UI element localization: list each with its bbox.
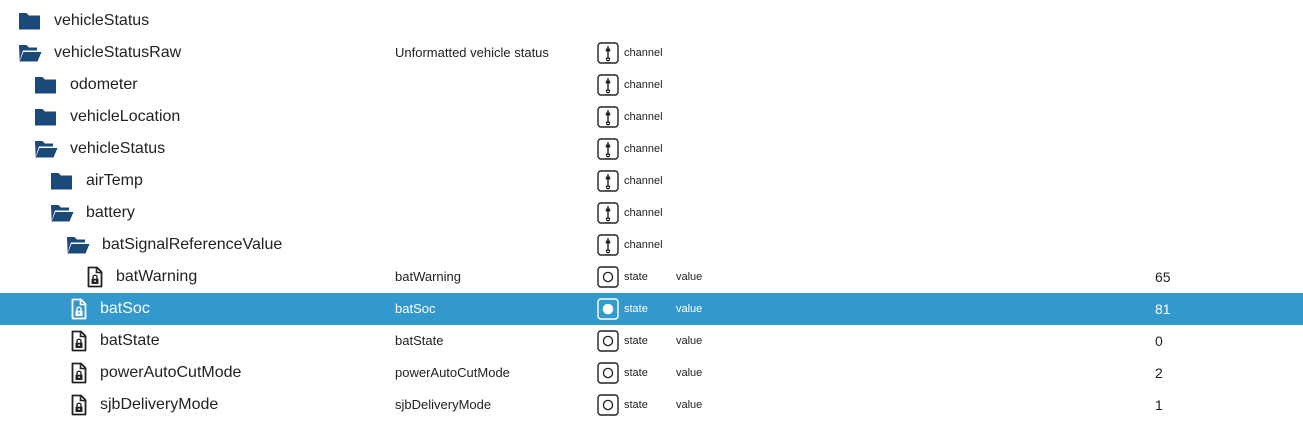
file-lock-icon: [70, 330, 94, 352]
object-description: batWarning: [395, 269, 461, 284]
tree-row[interactable]: vehicleStatus: [0, 5, 1303, 37]
folder-closed-icon[interactable]: [34, 106, 58, 128]
object-role: value: [676, 303, 703, 315]
object-name: batSignalReferenceValue: [102, 236, 283, 253]
tree-row[interactable]: sjbDeliveryMode sjbDeliveryMode state value…: [0, 389, 1303, 421]
object-value[interactable]: 81: [1155, 293, 1171, 325]
object-name: odometer: [70, 76, 138, 93]
object-role: value: [676, 399, 703, 411]
object-type: channel: [624, 47, 663, 59]
folder-closed-icon[interactable]: [18, 10, 42, 32]
state-icon: [597, 298, 619, 320]
folder-open-icon[interactable]: [18, 42, 42, 64]
tree-row[interactable]: odometer channel: [0, 69, 1303, 101]
tree-row[interactable]: airTemp channel: [0, 165, 1303, 197]
tree-row[interactable]: vehicleStatusRaw Unformatted vehicle stat…: [0, 37, 1303, 69]
object-type: state: [624, 271, 648, 283]
object-value[interactable]: 2: [1155, 357, 1163, 389]
object-role: value: [676, 367, 703, 379]
file-lock-icon: [86, 266, 110, 288]
tree-row[interactable]: vehicleLocation channel: [0, 101, 1303, 133]
object-name: vehicleStatusRaw: [54, 44, 182, 61]
object-name: vehicleStatus: [70, 140, 166, 157]
object-name: vehicleStatus: [54, 12, 150, 29]
object-description: powerAutoCutMode: [395, 365, 510, 380]
object-tree: vehicleStatus vehicleStatusRaw Unformatted…: [0, 0, 1303, 423]
object-description: sjbDeliveryMode: [395, 397, 492, 412]
object-role: value: [676, 271, 703, 283]
tree-row[interactable]: vehicleStatus channel: [0, 133, 1303, 165]
state-icon: [597, 394, 619, 416]
folder-open-icon[interactable]: [50, 202, 74, 224]
object-description: batSoc: [395, 301, 436, 316]
object-name: sjbDeliveryMode: [100, 396, 219, 413]
object-name: powerAutoCutMode: [100, 364, 242, 381]
channel-icon: [597, 74, 619, 96]
object-name: batSoc: [100, 300, 150, 317]
object-type: channel: [624, 111, 663, 123]
tree-row[interactable]: batSignalReferenceValue channel: [0, 229, 1303, 261]
channel-icon: [597, 202, 619, 224]
tree-row[interactable]: batSoc batSoc state value 81: [0, 293, 1303, 325]
object-value[interactable]: 65: [1155, 261, 1171, 293]
object-value[interactable]: 0: [1155, 325, 1163, 357]
file-lock-icon: [70, 362, 94, 384]
channel-icon: [597, 42, 619, 64]
object-type: state: [624, 367, 648, 379]
object-type: channel: [624, 143, 663, 155]
object-name: battery: [86, 204, 135, 221]
object-type: channel: [624, 207, 663, 219]
file-lock-icon: [70, 394, 94, 416]
channel-icon: [597, 170, 619, 192]
folder-open-icon[interactable]: [34, 138, 58, 160]
tree-row[interactable]: batWarning batWarning state value 65: [0, 261, 1303, 293]
object-type: state: [624, 303, 648, 315]
channel-icon: [597, 234, 619, 256]
folder-closed-icon[interactable]: [34, 74, 58, 96]
object-name: airTemp: [86, 172, 143, 189]
folder-open-icon[interactable]: [66, 234, 90, 256]
state-icon: [597, 362, 619, 384]
object-description: batState: [395, 333, 444, 348]
object-value[interactable]: 1: [1155, 389, 1163, 421]
file-lock-icon: [70, 298, 94, 320]
channel-icon: [597, 106, 619, 128]
tree-row[interactable]: powerAutoCutMode powerAutoCutMode state val…: [0, 357, 1303, 389]
object-type: state: [624, 335, 648, 347]
object-type: channel: [624, 175, 663, 187]
object-type: channel: [624, 79, 663, 91]
tree-row[interactable]: battery channel: [0, 197, 1303, 229]
object-description: Unformatted vehicle status: [395, 45, 549, 60]
object-role: value: [676, 335, 703, 347]
object-name: vehicleLocation: [70, 108, 181, 125]
object-name: batState: [100, 332, 160, 349]
object-type: state: [624, 399, 648, 411]
tree-row[interactable]: batState batState state value 0: [0, 325, 1303, 357]
object-type: channel: [624, 239, 663, 251]
state-icon: [597, 266, 619, 288]
channel-icon: [597, 138, 619, 160]
object-name: batWarning: [116, 268, 198, 285]
folder-closed-icon[interactable]: [50, 170, 74, 192]
state-icon: [597, 330, 619, 352]
